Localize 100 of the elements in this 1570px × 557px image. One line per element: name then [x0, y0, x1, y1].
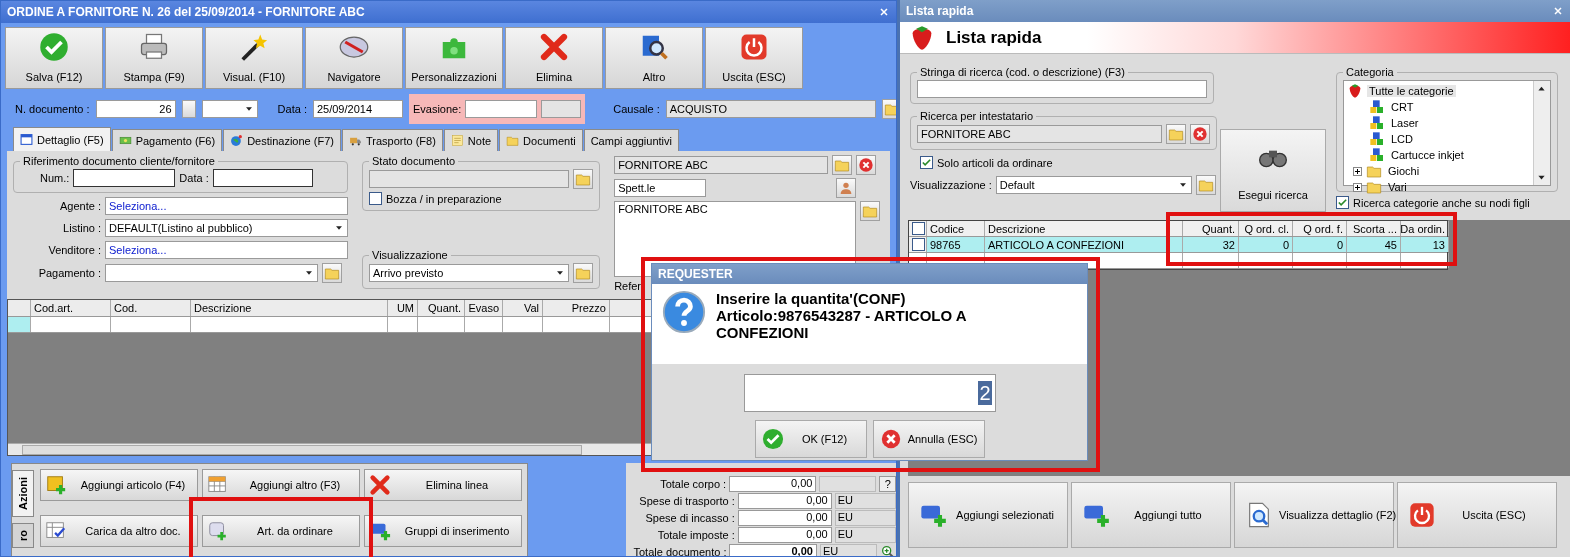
toolbar-button[interactable]: Visual. (F10) — [205, 27, 303, 89]
clear-button[interactable] — [856, 155, 877, 175]
input-field[interactable] — [369, 170, 569, 188]
cubes-icon — [1369, 99, 1385, 115]
tab[interactable]: Trasporto (F8) — [341, 129, 443, 151]
toolbar-button[interactable]: Elimina — [505, 27, 603, 89]
column-header[interactable]: Q ord. cl. — [1239, 221, 1293, 236]
input-field[interactable]: 26 — [95, 100, 176, 118]
total-label: Totale corpo : — [659, 477, 727, 490]
expand-icon[interactable] — [1353, 166, 1362, 176]
input-field[interactable] — [465, 100, 538, 118]
toolbar-button[interactable]: Navigatore — [305, 27, 403, 89]
dropdown-field[interactable] — [105, 264, 318, 282]
folder-icon — [1168, 126, 1184, 142]
column-header[interactable]: Descrizione — [985, 221, 1183, 236]
scrollbar[interactable] — [1533, 81, 1550, 185]
toolbar-button[interactable]: Salva (F12) — [5, 27, 103, 89]
folder-button[interactable] — [1195, 175, 1216, 195]
toolbar-button[interactable]: Uscita (ESC) — [705, 27, 803, 89]
folder-button[interactable] — [1166, 124, 1186, 144]
folder-button[interactable] — [573, 263, 593, 283]
search-button[interactable]: Esegui ricerca — [1220, 129, 1326, 212]
dropdown-field[interactable]: Default — [995, 176, 1192, 194]
checkbox[interactable] — [912, 222, 925, 235]
action-button[interactable]: Art. da ordinare — [202, 515, 360, 547]
column-header[interactable]: Cod. — [111, 300, 191, 316]
checkbox[interactable] — [912, 238, 925, 251]
tab[interactable]: Dettaglio (F5) — [13, 127, 111, 151]
dropdown-field[interactable]: DEFAULT(Listino al pubblico) — [105, 219, 348, 237]
folder-button[interactable] — [573, 169, 593, 189]
clear-icon — [858, 157, 875, 173]
action-button[interactable]: Visualizza dettaglio (F2) — [1234, 482, 1394, 548]
column-header[interactable]: Codice — [927, 221, 985, 236]
window-title: ORDINE A FORNITORE N. 26 del 25/09/2014 - FORNITORE ABC — [7, 5, 365, 19]
column-header[interactable]: Cod.art. — [31, 300, 111, 316]
tab[interactable]: Note — [443, 129, 499, 151]
date-field[interactable]: 25/09/2014 — [312, 100, 403, 118]
toolbar-button[interactable]: Stampa (F9) — [105, 27, 203, 89]
column-header[interactable]: Quant. — [418, 300, 465, 316]
tree-item[interactable]: Vari — [1386, 181, 1409, 193]
input-field[interactable]: ACQUISTO — [665, 100, 876, 118]
search-button[interactable] — [836, 178, 857, 198]
field-label: Pagamento : — [37, 267, 101, 279]
column-header[interactable]: UM — [388, 300, 418, 316]
small-button[interactable] — [181, 100, 196, 118]
column-header[interactable]: Prezzo — [543, 300, 610, 316]
delete-icon — [539, 32, 569, 62]
action-button[interactable]: Elimina linea — [364, 469, 522, 501]
vertical-tab[interactable]: Azioni — [12, 470, 34, 517]
search-field[interactable] — [917, 80, 1207, 98]
quantity-field[interactable]: 2 — [743, 374, 996, 412]
column-header[interactable]: Quant. — [1183, 221, 1239, 236]
checkbox[interactable] — [920, 156, 933, 169]
action-button[interactable]: Aggiungi tutto — [1071, 482, 1231, 548]
dropdown-field[interactable]: Arrivo previsto — [369, 264, 569, 282]
input-field[interactable]: FORNITORE ABC — [614, 156, 829, 174]
input-field[interactable]: Spett.le — [614, 179, 707, 197]
tab[interactable]: Documenti — [499, 129, 583, 151]
column-header[interactable]: Evaso — [465, 300, 503, 316]
dialog-button[interactable]: OK (F12) — [754, 420, 867, 458]
expand-icon[interactable] — [1353, 182, 1362, 192]
dropdown-field[interactable] — [201, 100, 258, 118]
help-button[interactable]: ? — [879, 475, 896, 492]
action-button[interactable]: Aggiungi articolo (F4) — [40, 469, 198, 501]
column-header[interactable]: Descrizione — [191, 300, 388, 316]
tree-item[interactable]: Laser — [1389, 117, 1421, 129]
tree-item[interactable]: Tutte le categorie — [1367, 85, 1456, 97]
input-field[interactable] — [541, 100, 582, 118]
tree-item[interactable]: Cartucce inkjet — [1389, 149, 1466, 161]
action-button[interactable]: Carica da altro doc. — [40, 515, 198, 547]
globe-icon — [230, 134, 244, 147]
input-field[interactable]: Seleziona... — [105, 241, 348, 259]
input-field[interactable] — [212, 169, 313, 187]
column-header[interactable]: Da ordin. — [1401, 221, 1449, 236]
column-header[interactable]: Val — [503, 300, 543, 316]
clear-button[interactable] — [1190, 124, 1210, 144]
dialog-button[interactable]: Annulla (ESC) — [872, 420, 985, 458]
folder-button[interactable] — [881, 99, 896, 119]
checkbox[interactable] — [1336, 196, 1349, 209]
tree-item[interactable]: Giochi — [1386, 165, 1422, 177]
tree-item[interactable]: LCD — [1389, 133, 1415, 145]
column-header[interactable]: Q ord. f. — [1293, 221, 1347, 236]
toolbar-button[interactable]: Altro — [605, 27, 703, 89]
tab[interactable]: Pagamento (F6) — [111, 129, 223, 151]
checkbox[interactable] — [369, 192, 382, 205]
action-button[interactable]: Aggiungi selezionati — [908, 482, 1068, 548]
toolbar-button[interactable]: Personalizzazioni — [405, 27, 503, 89]
folder-button[interactable] — [860, 201, 881, 221]
input-field[interactable]: FORNITORE ABC — [917, 125, 1162, 143]
tab[interactable]: Destinazione (F7) — [223, 129, 341, 151]
action-button[interactable]: Uscita (ESC) — [1397, 482, 1557, 548]
column-header[interactable]: Scorta ... — [1347, 221, 1401, 236]
tree-item[interactable]: CRT — [1389, 101, 1416, 113]
input-field[interactable]: Seleziona... — [105, 197, 348, 215]
action-button[interactable]: Gruppi di inserimento — [364, 515, 522, 547]
tab[interactable]: Campi aggiuntivi — [583, 129, 679, 151]
folder-button[interactable] — [322, 263, 342, 283]
folder-button[interactable] — [832, 155, 853, 175]
input-field[interactable] — [73, 169, 176, 187]
vertical-tab[interactable]: ro — [12, 523, 34, 548]
